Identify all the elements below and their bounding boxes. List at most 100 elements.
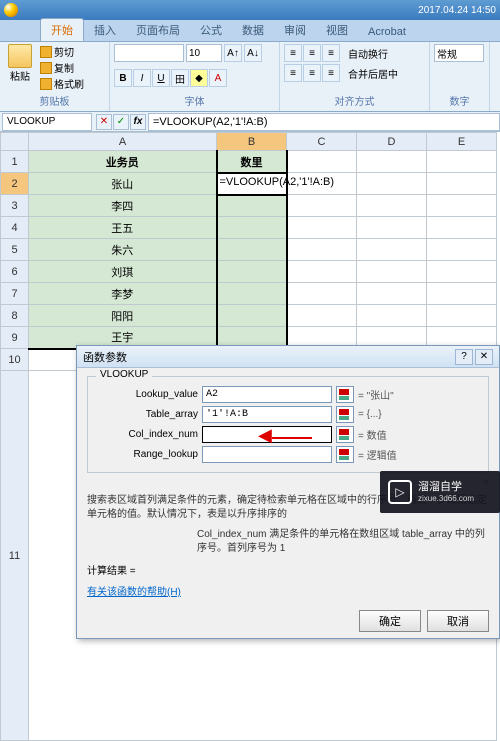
cell[interactable]: [357, 195, 427, 217]
cell[interactable]: 李梦: [29, 283, 217, 305]
collapse-dialog-button[interactable]: [336, 426, 354, 443]
cell[interactable]: [217, 261, 287, 283]
row-header[interactable]: 9: [1, 327, 29, 349]
cell[interactable]: [287, 305, 357, 327]
tab-review[interactable]: 审阅: [274, 19, 316, 41]
cell[interactable]: [427, 305, 497, 327]
cell[interactable]: [427, 151, 497, 173]
tab-acrobat[interactable]: Acrobat: [358, 23, 416, 41]
row-header[interactable]: 10: [1, 349, 29, 371]
collapse-dialog-button[interactable]: [336, 446, 354, 463]
cell[interactable]: [427, 283, 497, 305]
tab-home[interactable]: 开始: [40, 18, 84, 41]
formula-input[interactable]: =VLOOKUP(A2,'1'!A:B): [148, 113, 500, 131]
cell[interactable]: 朱六: [29, 239, 217, 261]
col-index-input[interactable]: [202, 426, 332, 443]
cancel-formula-button[interactable]: ✕: [96, 114, 112, 130]
dialog-help-button[interactable]: ?: [455, 349, 473, 365]
ok-button[interactable]: 确定: [359, 610, 421, 632]
cell[interactable]: [357, 239, 427, 261]
bold-button[interactable]: B: [114, 69, 132, 87]
cell[interactable]: [287, 283, 357, 305]
active-cell[interactable]: =VLOOKUP(A2,'1'!A:B): [217, 173, 287, 195]
cell[interactable]: [217, 283, 287, 305]
cut-button[interactable]: 剪切: [40, 44, 84, 59]
tab-formulas[interactable]: 公式: [190, 19, 232, 41]
cell[interactable]: [217, 217, 287, 239]
row-header[interactable]: 3: [1, 195, 29, 217]
cell[interactable]: [427, 217, 497, 239]
cell[interactable]: [427, 173, 497, 195]
office-orb-icon[interactable]: [4, 3, 18, 17]
row-header[interactable]: 6: [1, 261, 29, 283]
cell[interactable]: [357, 151, 427, 173]
cell[interactable]: [287, 239, 357, 261]
align-left-button[interactable]: ≡: [284, 64, 302, 82]
name-box[interactable]: VLOOKUP: [2, 113, 92, 131]
cell[interactable]: 数里: [217, 151, 287, 173]
tab-layout[interactable]: 页面布局: [126, 19, 190, 41]
wrap-text-button[interactable]: 自动换行: [348, 44, 388, 62]
collapse-dialog-button[interactable]: [336, 386, 354, 403]
cell[interactable]: [427, 261, 497, 283]
border-button[interactable]: 田: [171, 69, 189, 87]
fill-color-button[interactable]: ◆: [190, 69, 208, 87]
cancel-button[interactable]: 取消: [427, 610, 489, 632]
table-array-input[interactable]: [202, 406, 332, 423]
lookup-value-input[interactable]: [202, 386, 332, 403]
cell[interactable]: 业务员: [29, 151, 217, 173]
align-middle-button[interactable]: ≡: [303, 44, 321, 62]
font-size-select[interactable]: [186, 44, 222, 62]
col-header-C[interactable]: C: [287, 133, 357, 151]
align-bottom-button[interactable]: ≡: [322, 44, 340, 62]
dialog-close-button[interactable]: ✕: [475, 349, 493, 365]
tab-data[interactable]: 数据: [232, 19, 274, 41]
align-right-button[interactable]: ≡: [322, 64, 340, 82]
cell[interactable]: [287, 195, 357, 217]
font-family-select[interactable]: [114, 44, 184, 62]
confirm-formula-button[interactable]: ✓: [113, 114, 129, 130]
tab-view[interactable]: 视图: [316, 19, 358, 41]
cell[interactable]: [217, 195, 287, 217]
cell[interactable]: 李四: [29, 195, 217, 217]
col-header-E[interactable]: E: [427, 133, 497, 151]
cell[interactable]: [357, 283, 427, 305]
row-header[interactable]: 2: [1, 173, 29, 195]
row-header[interactable]: 5: [1, 239, 29, 261]
decrease-font-button[interactable]: A↓: [244, 44, 262, 62]
col-header-A[interactable]: A: [29, 133, 217, 151]
cell[interactable]: [287, 217, 357, 239]
cell[interactable]: 张山: [29, 173, 217, 195]
cell[interactable]: [357, 173, 427, 195]
cell[interactable]: [427, 239, 497, 261]
underline-button[interactable]: U: [152, 69, 170, 87]
merge-center-button[interactable]: 合并后居中: [348, 64, 398, 82]
row-header[interactable]: 11: [1, 371, 29, 741]
cell[interactable]: 阳阳: [29, 305, 217, 327]
cell[interactable]: 刘琪: [29, 261, 217, 283]
cell[interactable]: [427, 195, 497, 217]
paste-button[interactable]: 粘贴: [4, 44, 36, 91]
format-painter-button[interactable]: 格式刷: [40, 76, 84, 91]
dialog-titlebar[interactable]: 函数参数 ? ✕: [77, 346, 499, 368]
cell[interactable]: [217, 239, 287, 261]
cell[interactable]: [287, 151, 357, 173]
cell[interactable]: [357, 217, 427, 239]
row-header[interactable]: 1: [1, 151, 29, 173]
align-center-button[interactable]: ≡: [303, 64, 321, 82]
italic-button[interactable]: I: [133, 69, 151, 87]
insert-function-button[interactable]: fx: [130, 114, 146, 130]
copy-button[interactable]: 复制: [40, 60, 84, 75]
col-header-B[interactable]: B: [217, 133, 287, 151]
row-header[interactable]: 7: [1, 283, 29, 305]
select-all-corner[interactable]: [1, 133, 29, 151]
cell[interactable]: 王五: [29, 217, 217, 239]
number-format-select[interactable]: [434, 44, 484, 62]
row-header[interactable]: 8: [1, 305, 29, 327]
align-top-button[interactable]: ≡: [284, 44, 302, 62]
tab-insert[interactable]: 插入: [84, 19, 126, 41]
row-header[interactable]: 4: [1, 217, 29, 239]
cell[interactable]: [357, 305, 427, 327]
cell[interactable]: [357, 261, 427, 283]
col-header-D[interactable]: D: [357, 133, 427, 151]
